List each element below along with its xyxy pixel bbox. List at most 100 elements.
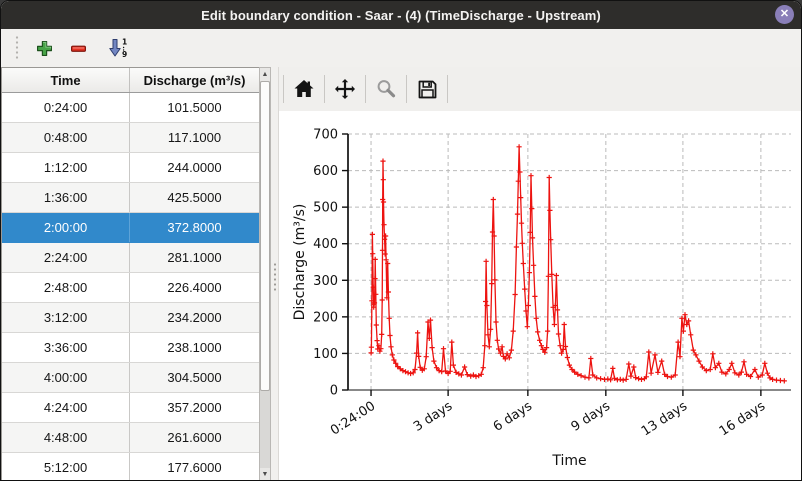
table-row[interactable]: 2:00:00372.8000 (2, 213, 259, 243)
svg-text:700: 700 (313, 128, 338, 143)
table-row[interactable]: 4:24:00357.2000 (2, 393, 259, 423)
cell-discharge[interactable]: 281.1000 (130, 243, 259, 272)
table-row[interactable]: 0:48:00117.1000 (2, 123, 259, 153)
svg-text:16 days: 16 days (717, 399, 768, 440)
table-scrollbar[interactable]: ▲ ▼ (259, 67, 271, 481)
tick-labels: 0 100 200 300 400 500 600 700 0:24:00 3 days 6 day… (313, 128, 768, 440)
discharge-time-chart[interactable]: 0 100 200 300 400 500 600 700 0:24:00 3 days 6 day… (279, 111, 802, 481)
cell-discharge[interactable]: 372.8000 (130, 213, 259, 242)
cell-time[interactable]: 2:00:00 (2, 213, 130, 242)
cell-time[interactable]: 0:48:00 (2, 123, 130, 152)
add-row-button[interactable] (29, 33, 59, 63)
cell-time[interactable]: 0:24:00 (2, 93, 130, 122)
table-row[interactable]: 3:36:00238.1000 (2, 333, 259, 363)
table-toolbar: 1 9 (1, 29, 801, 68)
cell-time[interactable]: 1:12:00 (2, 153, 130, 182)
pan-button[interactable] (329, 72, 361, 106)
svg-text:200: 200 (313, 310, 338, 325)
toolbar-separator (324, 75, 325, 103)
time-discharge-table: Time Discharge (m³/s) 0:24:00101.50000:4… (1, 67, 259, 481)
table-row[interactable]: 4:48:00261.6000 (2, 423, 259, 453)
cell-time[interactable]: 3:36:00 (2, 333, 130, 362)
toolbar-separator (365, 75, 366, 103)
home-icon (293, 79, 315, 99)
toolbar-separator (447, 75, 448, 103)
table-row[interactable]: 4:00:00304.5000 (2, 363, 259, 393)
minus-icon (70, 40, 87, 57)
window-title: Edit boundary condition - Saar - (4) (Ti… (201, 8, 601, 23)
scroll-up-button[interactable]: ▲ (260, 68, 270, 81)
cell-discharge[interactable]: 244.0000 (130, 153, 259, 182)
cell-time[interactable]: 4:24:00 (2, 393, 130, 422)
scroll-down-button[interactable]: ▼ (260, 468, 270, 481)
cell-time[interactable]: 3:12:00 (2, 303, 130, 332)
home-view-button[interactable] (288, 72, 320, 106)
svg-text:1: 1 (122, 38, 127, 47)
panel-splitter[interactable] (271, 67, 279, 481)
chart-panel: 0 100 200 300 400 500 600 700 0:24:00 3 days 6 day… (279, 67, 802, 481)
scrollbar-track[interactable] (260, 81, 270, 468)
save-figure-button[interactable] (411, 72, 443, 106)
svg-text:3 days: 3 days (411, 399, 455, 435)
table-row[interactable]: 1:12:00244.0000 (2, 153, 259, 183)
table-row[interactable]: 0:24:00101.5000 (2, 93, 259, 123)
titlebar[interactable]: Edit boundary condition - Saar - (4) (Ti… (1, 1, 801, 29)
cell-discharge[interactable]: 117.1000 (130, 123, 259, 152)
svg-text:0:24:00: 0:24:00 (328, 399, 378, 439)
series-line (371, 147, 784, 381)
cell-time[interactable]: 2:48:00 (2, 273, 130, 302)
table-row[interactable]: 3:12:00234.2000 (2, 303, 259, 333)
cell-discharge[interactable]: 261.6000 (130, 423, 259, 452)
scroll-down-icon: ▼ (262, 471, 269, 478)
magnifier-icon (375, 78, 397, 100)
toolbar-separator (406, 75, 407, 103)
cell-time[interactable]: 1:36:00 (2, 183, 130, 212)
cell-discharge[interactable]: 357.2000 (130, 393, 259, 422)
splitter-handle-dots (274, 262, 276, 292)
svg-text:0: 0 (330, 384, 338, 399)
remove-row-button[interactable] (63, 33, 93, 63)
table-header: Time Discharge (m³/s) (2, 68, 259, 93)
svg-text:100: 100 (313, 347, 338, 362)
cell-discharge[interactable]: 101.5000 (130, 93, 259, 122)
table-row[interactable]: 2:24:00281.1000 (2, 243, 259, 273)
svg-text:300: 300 (313, 274, 338, 289)
cell-discharge[interactable]: 177.6000 (130, 453, 259, 481)
svg-text:13 days: 13 days (639, 399, 690, 440)
sort-ascending-button[interactable]: 1 9 (103, 33, 133, 63)
zoom-button[interactable] (370, 72, 402, 106)
table-row[interactable]: 1:36:00425.5000 (2, 183, 259, 213)
toolbar-separator (283, 75, 284, 103)
cell-time[interactable]: 5:12:00 (2, 453, 130, 481)
save-icon (417, 79, 438, 100)
series-markers (369, 144, 787, 383)
cell-time[interactable]: 4:00:00 (2, 363, 130, 392)
scrollbar-thumb[interactable] (260, 81, 270, 391)
scroll-up-icon: ▲ (262, 71, 269, 78)
cell-discharge[interactable]: 304.5000 (130, 363, 259, 392)
cell-discharge[interactable]: 234.2000 (130, 303, 259, 332)
cell-time[interactable]: 2:24:00 (2, 243, 130, 272)
cell-discharge[interactable]: 238.1000 (130, 333, 259, 362)
table-row[interactable]: 2:48:00226.4000 (2, 273, 259, 303)
cell-time[interactable]: 4:48:00 (2, 423, 130, 452)
axes (342, 134, 791, 396)
chart-toolbar (279, 67, 802, 111)
column-header-discharge[interactable]: Discharge (m³/s) (130, 68, 259, 92)
svg-text:6 days: 6 days (491, 399, 535, 435)
cell-discharge[interactable]: 226.4000 (130, 273, 259, 302)
svg-text:500: 500 (313, 201, 338, 216)
y-axis-label: Discharge (m³/s) (292, 204, 308, 321)
close-button[interactable]: ✕ (775, 5, 794, 24)
column-header-time[interactable]: Time (2, 68, 130, 92)
svg-text:400: 400 (313, 237, 338, 252)
close-icon: ✕ (780, 8, 789, 20)
svg-text:9 days: 9 days (569, 399, 613, 435)
move-icon (334, 78, 356, 100)
edit-boundary-condition-window: Edit boundary condition - Saar - (4) (Ti… (0, 0, 802, 481)
cell-discharge[interactable]: 425.5000 (130, 183, 259, 212)
figure-area: 0 100 200 300 400 500 600 700 0:24:00 3 days 6 day… (279, 111, 802, 481)
toolbar-drag-handle[interactable] (15, 35, 19, 61)
table-row[interactable]: 5:12:00177.6000 (2, 453, 259, 481)
svg-text:600: 600 (313, 164, 338, 179)
